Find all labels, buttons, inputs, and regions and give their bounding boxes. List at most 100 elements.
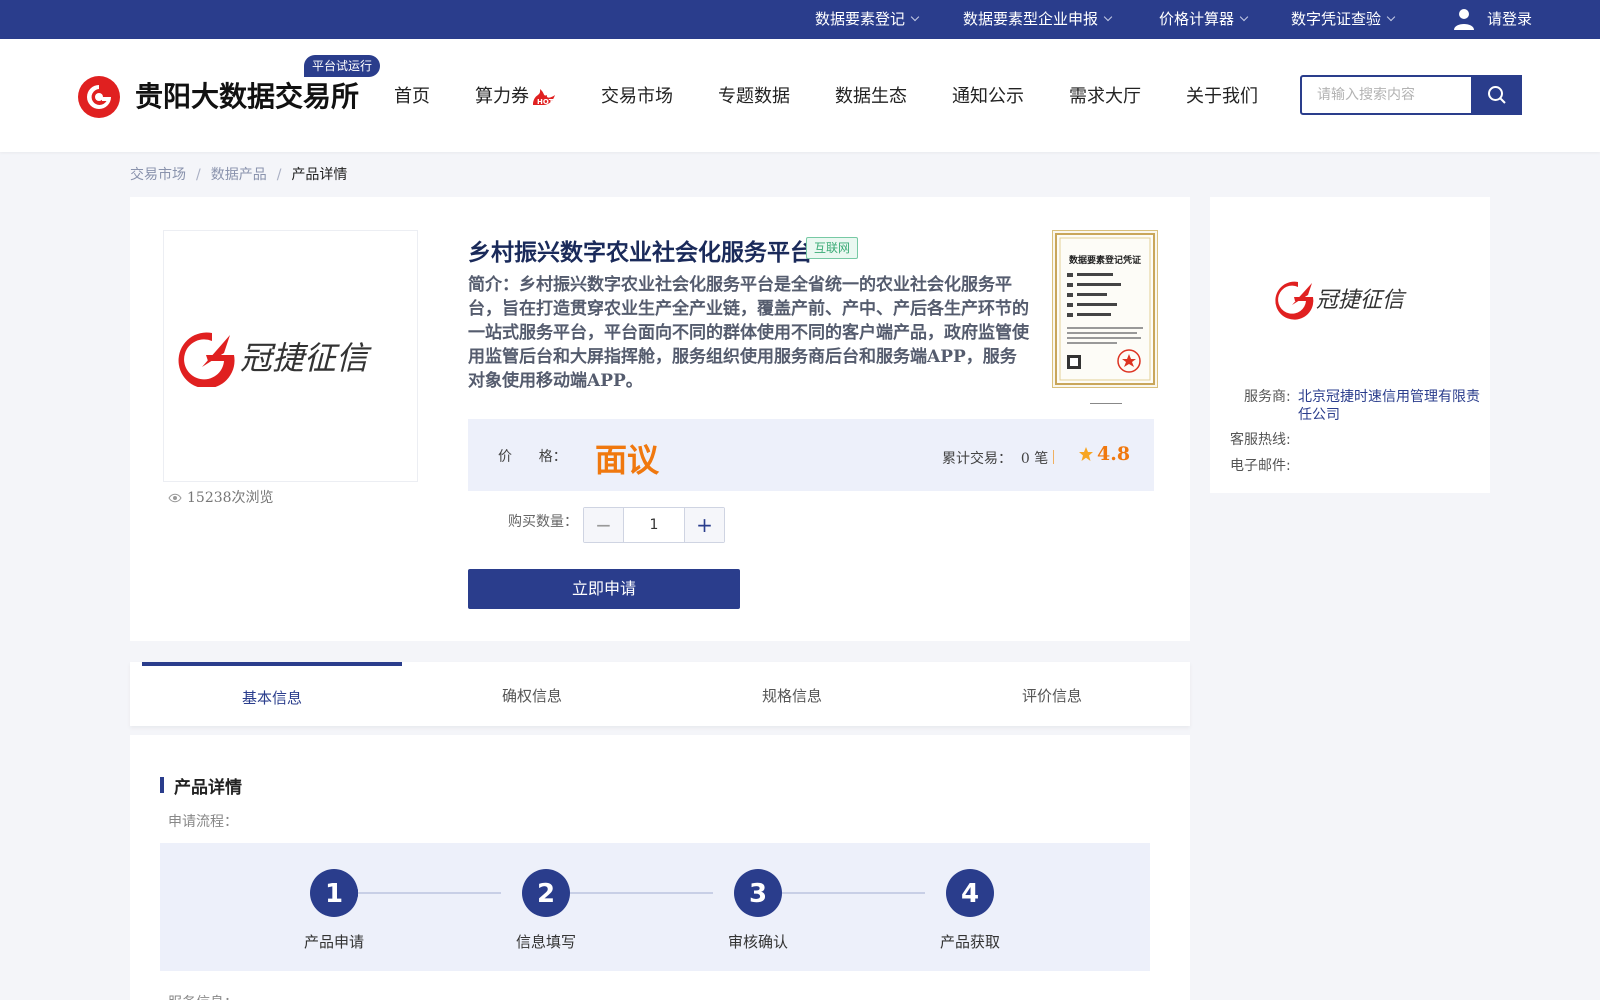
breadcrumb-item-trade-market[interactable]: 交易市场 <box>130 167 186 183</box>
chevron-down-icon <box>910 12 920 22</box>
eye-icon <box>168 493 182 503</box>
apply-button[interactable]: 立即申请 <box>468 569 740 609</box>
minus-icon[interactable]: − <box>584 508 624 542</box>
product-image: 冠捷征信 <box>163 230 418 482</box>
nav-compute-voucher[interactable]: 算力券 <box>475 82 529 108</box>
breadcrumb-item-data-products[interactable]: 数据产品 <box>211 167 267 183</box>
main-header: 贵阳大数据交易所 平台试运行 首页 算力券 HOT 交易市场 专题数据 数据生态… <box>0 39 1600 152</box>
svg-text:4: 4 <box>961 879 979 909</box>
svg-text:冠捷征信: 冠捷征信 <box>1316 288 1407 313</box>
service-info-label: 服务信息： <box>168 992 238 1000</box>
tab-review-info[interactable]: 评价信息 <box>922 662 1182 726</box>
step-1-label: 产品申请 <box>303 933 364 951</box>
breadcrumb: 交易市场 / 数据产品 / 产品详情 <box>130 164 347 184</box>
step-3-label: 审核确认 <box>727 933 788 951</box>
quantity-stepper: − 1 + <box>583 507 725 543</box>
price-panel: 价 格： 面议 累计交易： 0 笔 4.8 <box>468 419 1154 491</box>
nav-data-ecosystem[interactable]: 数据生态 <box>835 82 907 108</box>
vendor-email-row: 电子邮件: <box>1210 457 1490 477</box>
svg-text:HOT: HOT <box>537 98 554 106</box>
provider-value[interactable]: 北京冠捷时速信用管理有限责任公司 <box>1298 388 1482 424</box>
step-2-label: 信息填写 <box>515 933 576 951</box>
topbar-item-voucher-check[interactable]: 数字凭证查验 <box>1291 0 1396 39</box>
nav-home[interactable]: 首页 <box>394 82 430 108</box>
detail-tabs: 基本信息 确权信息 规格信息 评价信息 <box>130 662 1190 726</box>
chevron-down-icon <box>1239 12 1249 22</box>
process-panel: 1 产品申请 2 信息填写 3 审核确认 4 产品获取 <box>160 843 1150 971</box>
vendor-logo: 冠捷征信 <box>1275 281 1407 320</box>
chevron-down-icon <box>1103 12 1113 22</box>
tab-basic-info[interactable]: 基本信息 <box>142 662 402 726</box>
brand-name[interactable]: 贵阳大数据交易所 <box>135 75 359 115</box>
certificate-indicator <box>1090 403 1122 404</box>
step-4-circle: 4 <box>946 869 994 917</box>
category-tag: 互联网 <box>806 237 858 259</box>
chevron-down-icon <box>1386 12 1396 22</box>
step-4-label: 产品获取 <box>939 933 1000 951</box>
vendor-logo: 冠捷征信 <box>178 332 372 387</box>
topbar-item-label: 数据要素登记 <box>815 10 906 28</box>
login-link[interactable]: 请登录 <box>1487 0 1532 39</box>
registration-certificate[interactable]: 数据要素登记凭证 <box>1052 230 1158 388</box>
topbar-item-enterprise-declaration[interactable]: 数据要素型企业申报 <box>963 0 1113 39</box>
plus-icon[interactable]: + <box>684 508 724 542</box>
topbar-item-label: 数据要素型企业申报 <box>963 10 1099 28</box>
top-bar: 数据要素登记 数据要素型企业申报 价格计算器 数字凭证查验 请登录 <box>0 0 1600 39</box>
trial-badge: 平台试运行 <box>304 55 380 77</box>
topbar-item-label: 数字凭证查验 <box>1291 10 1382 28</box>
exchange-logo-icon[interactable] <box>78 76 120 118</box>
star-icon <box>1079 447 1093 461</box>
price-value: 面议 <box>595 441 660 479</box>
email-key: 电子邮件: <box>1230 458 1291 474</box>
process-connector <box>570 892 713 894</box>
certificate-image: 数据要素登记凭证 <box>1055 233 1155 385</box>
nav-notices[interactable]: 通知公示 <box>952 82 1024 108</box>
nav-demand-hall[interactable]: 需求大厅 <box>1069 82 1141 108</box>
svg-text:3: 3 <box>749 879 767 909</box>
vendor-card: 冠捷征信 服务商: 北京冠捷时速信用管理有限责任公司 客服热线: 电子邮件: <box>1210 197 1490 493</box>
tab-spec-info[interactable]: 规格信息 <box>662 662 922 726</box>
step-1-circle: 1 <box>310 869 358 917</box>
user-icon[interactable] <box>1452 7 1476 31</box>
step-2-circle: 2 <box>522 869 570 917</box>
vendor-provider-row: 服务商: 北京冠捷时速信用管理有限责任公司 <box>1210 388 1490 428</box>
breadcrumb-separator: / <box>196 167 201 183</box>
provider-key: 服务商: <box>1244 389 1291 405</box>
search-button[interactable] <box>1471 75 1521 115</box>
quantity-value[interactable]: 1 <box>624 508 684 542</box>
process-connector <box>782 892 925 894</box>
hot-flame-icon: HOT <box>533 89 555 106</box>
step-3-circle: 3 <box>734 869 782 917</box>
svg-text:数据要素登记凭证: 数据要素登记凭证 <box>1069 254 1141 266</box>
product-title: 乡村振兴数字农业社会化服务平台 <box>468 240 813 266</box>
rating: 4.8 <box>1078 443 1130 465</box>
search-icon <box>1488 86 1506 104</box>
trade-count: 累计交易： 0 笔 <box>942 451 1049 467</box>
hotline-key: 客服热线: <box>1230 432 1291 448</box>
quantity-label: 购买数量： <box>508 514 578 530</box>
price-label: 价 格： <box>498 449 567 465</box>
breadcrumb-item-current: 产品详情 <box>291 167 348 183</box>
topbar-item-label: 价格计算器 <box>1159 10 1235 28</box>
product-detail-section: 产品详情 申请流程： 1 产品申请 2 信息填写 3 审核确认 4 产品获取 服… <box>130 735 1190 1000</box>
section-marker <box>160 777 164 793</box>
topbar-item-price-calculator[interactable]: 价格计算器 <box>1159 0 1249 39</box>
tab-ownership-info[interactable]: 确权信息 <box>402 662 662 726</box>
view-count-text: 15238次浏览 <box>187 490 274 506</box>
svg-text:冠捷征信: 冠捷征信 <box>240 339 372 377</box>
view-count: 15238次浏览 <box>168 487 274 507</box>
nav-trade-market[interactable]: 交易市场 <box>601 82 673 108</box>
svg-text:2: 2 <box>537 879 555 909</box>
vendor-hotline-row: 客服热线: <box>1210 431 1490 451</box>
svg-text:1: 1 <box>325 879 343 909</box>
rating-value: 4.8 <box>1097 443 1131 465</box>
nav-topic-data[interactable]: 专题数据 <box>718 82 790 108</box>
product-card: 冠捷征信 15238次浏览 乡村振兴数字农业社会化服务平台 互联网 简介：乡村振… <box>130 197 1190 641</box>
divider <box>1053 450 1054 464</box>
product-intro: 简介：乡村振兴数字农业社会化服务平台是全省统一的农业社会化服务平台，旨在打造贯穿… <box>468 275 1029 391</box>
topbar-item-data-registration[interactable]: 数据要素登记 <box>815 0 920 39</box>
process-connector <box>358 892 501 894</box>
process-label: 申请流程： <box>168 814 238 830</box>
nav-about-us[interactable]: 关于我们 <box>1186 82 1258 108</box>
section-title: 产品详情 <box>174 778 242 798</box>
